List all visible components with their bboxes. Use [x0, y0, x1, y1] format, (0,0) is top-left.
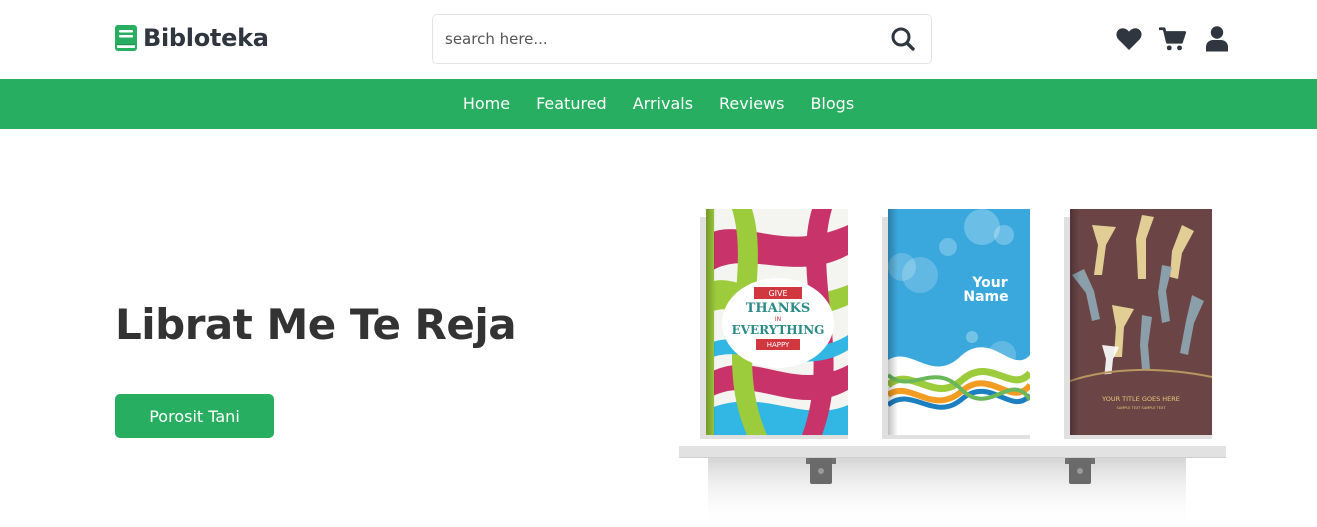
book1-line4: EVERYTHING: [732, 323, 825, 337]
nav-item-featured[interactable]: Featured: [536, 79, 607, 129]
logo-text: Bibloteka: [143, 24, 269, 52]
account-button[interactable]: [1203, 26, 1231, 52]
heart-icon: [1116, 28, 1142, 50]
order-now-button[interactable]: Porosit Tani: [115, 394, 274, 438]
book1-line2: THANKS: [746, 301, 811, 316]
book-cover-give-thanks[interactable]: GIVE THANKS IN EVERYTHING HAPPY: [706, 209, 848, 435]
book-shelf-illustration: GIVE THANKS IN EVERYTHING HAPPY Your Nam…: [679, 209, 1226, 527]
logo[interactable]: Bibloteka: [115, 24, 269, 52]
book-icon: [115, 25, 137, 51]
header: Bibloteka: [0, 0, 1317, 79]
hero-title: Librat Me Te Reja: [115, 300, 517, 349]
nav-item-arrivals[interactable]: Arrivals: [633, 79, 693, 129]
shelf-bracket-left: [806, 458, 836, 484]
nav-item-blogs[interactable]: Blogs: [810, 79, 854, 129]
book-cover-your-title[interactable]: YOUR TITLE GOES HERE SAMPLE TEXT SAMPLE …: [1070, 209, 1212, 435]
shelf-edge: [679, 457, 1226, 458]
search-icon: [891, 27, 915, 51]
cart-icon: [1159, 27, 1187, 51]
book-cover-your-name[interactable]: Your Name: [888, 209, 1030, 435]
book2-line2: Name: [963, 289, 1008, 305]
cart-button[interactable]: [1159, 26, 1187, 52]
book1-line3: IN: [775, 316, 781, 323]
wishlist-button[interactable]: [1115, 26, 1143, 52]
main-nav: Home Featured Arrivals Reviews Blogs: [0, 79, 1317, 129]
shelf-bracket-right: [1065, 458, 1095, 484]
search-input[interactable]: [433, 15, 875, 63]
search-form: [432, 14, 932, 64]
user-icon: [1206, 26, 1228, 52]
search-button[interactable]: [875, 15, 931, 63]
shelf-shadow: [708, 457, 1186, 527]
header-icons: [1115, 26, 1231, 52]
shelf-board: [679, 446, 1226, 458]
book3-line1: YOUR TITLE GOES HERE: [1101, 395, 1180, 403]
book3-line2: SAMPLE TEXT SAMPLE TEXT: [1117, 406, 1167, 410]
nav-item-reviews[interactable]: Reviews: [719, 79, 784, 129]
nav-item-home[interactable]: Home: [463, 79, 510, 129]
book1-line5: HAPPY: [767, 341, 790, 349]
book1-line1: GIVE: [768, 289, 787, 298]
